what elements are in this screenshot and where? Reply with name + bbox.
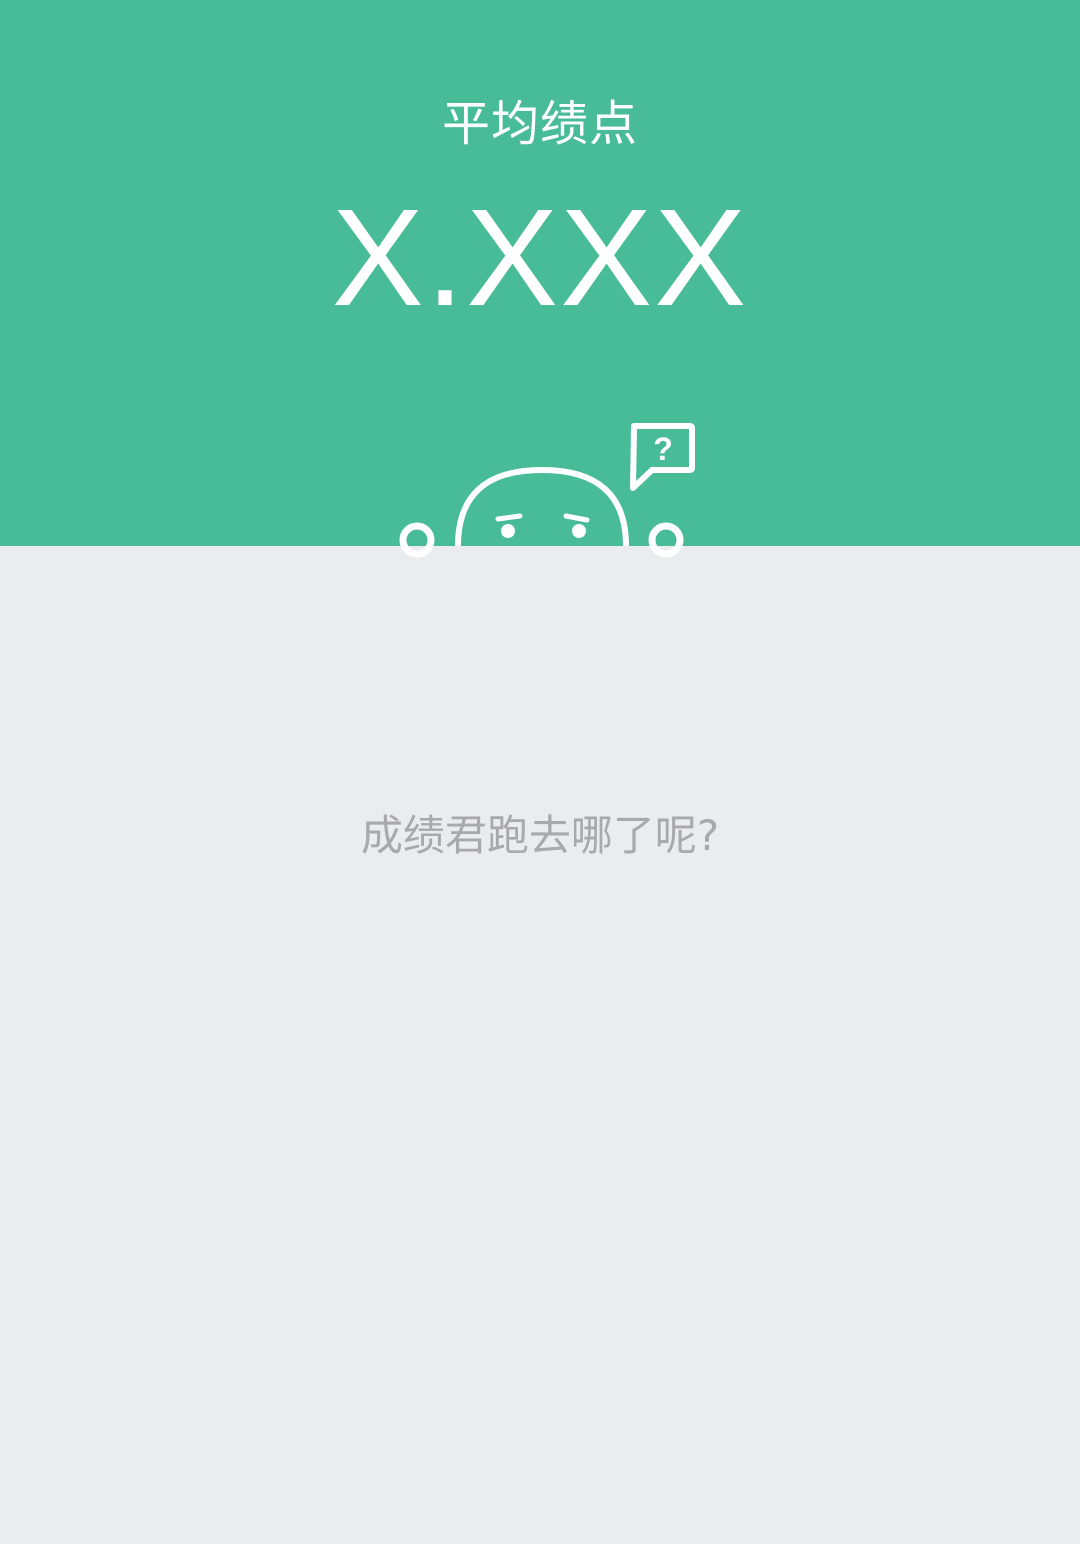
gpa-label: 平均绩点: [441, 96, 638, 152]
question-mark: ?: [653, 431, 673, 467]
confused-face-peeking-icon: ?: [399, 423, 695, 558]
question-bubble-icon: ?: [630, 423, 695, 491]
gpa-value: X.XXX: [331, 181, 749, 335]
empty-state-message: 成绩君跑去哪了呢?: [360, 811, 720, 860]
gpa-header: 平均绩点 X.XXX ?: [0, 0, 1080, 558]
